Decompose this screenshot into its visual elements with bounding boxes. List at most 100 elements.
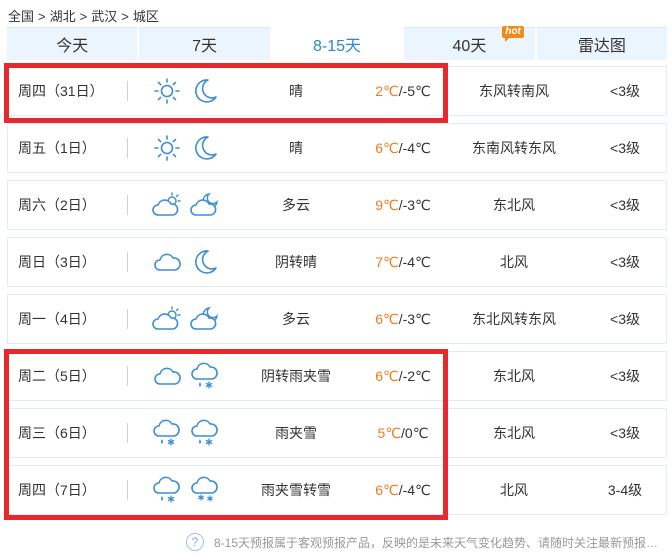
temperature: 6℃/-4℃	[368, 466, 438, 514]
hot-badge: hot	[502, 26, 524, 42]
sunny-icon	[154, 135, 180, 161]
temperature-low: /-4℃	[398, 481, 431, 498]
breadcrumb-separator: >	[121, 9, 129, 24]
temperature: 6℃/-4℃	[368, 124, 438, 172]
wind-direction: 东北风转东风	[472, 311, 556, 327]
breadcrumb-item[interactable]: 全国	[8, 9, 34, 24]
breadcrumb-item: 城区	[132, 9, 159, 24]
wind-direction: 东北风	[493, 197, 535, 213]
wind-level: <3级	[610, 197, 640, 213]
tab-radar[interactable]: 雷达图	[536, 27, 668, 60]
tab-label: 雷达图	[577, 38, 626, 55]
snow-icon	[191, 476, 218, 502]
weather-icons	[152, 67, 232, 115]
temperature: 6℃/-3℃	[368, 295, 438, 343]
temperature-high: 6℃	[375, 367, 399, 384]
sleet-icon	[191, 362, 218, 389]
partly-cloudy-night-icon	[190, 192, 219, 216]
temperature: 9℃/-3℃	[368, 181, 438, 229]
footer-text: 8-15天预报属于客观预报产品，反映的是未来天气变化趋势、请随时关注最新预报…	[214, 535, 659, 550]
forecast-row: 周四（7日） 雨夹雪转雪 6℃/-4℃ 北风 3-4级	[7, 465, 667, 515]
forecast-day: 周四（31日）	[18, 83, 104, 99]
temperature-high: 6℃	[375, 139, 399, 156]
temperature: 2℃/-5℃	[368, 67, 438, 115]
temperature-high: 6℃	[375, 481, 399, 498]
moon-icon	[195, 250, 217, 274]
temperature-high: 5℃	[377, 424, 402, 441]
temperature-high: 6℃	[375, 310, 399, 327]
forecast-row: 周四（31日） 晴 2℃/-5℃ 东风转南风 <3级	[7, 66, 667, 116]
weather-description: 晴	[289, 83, 303, 99]
forecast-tabs: 今天 7天 8-15天 40天 hot 雷达图	[7, 26, 668, 60]
wind-level: <3级	[610, 254, 640, 270]
weather-icons	[152, 181, 232, 229]
sleet-icon	[191, 419, 218, 446]
weather-description: 晴	[289, 140, 303, 156]
forecast-row: 周六（2日） 多云 9℃/-3℃ 东北风 <3级	[7, 180, 667, 230]
breadcrumb: 全国 > 湖北 > 武汉 > 城区	[8, 6, 159, 25]
column-divider	[127, 195, 128, 215]
partly-cloudy-night-icon	[190, 306, 219, 330]
moon-icon	[195, 136, 217, 160]
tab-today[interactable]: 今天	[7, 27, 138, 60]
forecast-day: 周四（7日）	[18, 482, 96, 498]
cloudy-icon	[154, 367, 181, 385]
wind-direction: 东南风转东风	[472, 140, 556, 156]
forecast-list: 周四（31日） 晴 2℃/-5℃ 东风转南风 <3级 周五（1日） 晴 6℃/-…	[7, 66, 667, 522]
forecast-day: 周五（1日）	[18, 140, 96, 156]
help-icon[interactable]: ?	[186, 533, 204, 551]
temperature-low: /-3℃	[398, 196, 431, 213]
tab-8-15-days[interactable]: 8-15天	[271, 27, 403, 60]
tab-label: 40天	[452, 38, 487, 55]
wind-level: 3-4级	[607, 482, 643, 498]
temperature-low: /-4℃	[398, 253, 431, 270]
moon-icon	[195, 79, 217, 103]
temperature-low: /-3℃	[398, 310, 431, 327]
forecast-row: 周一（4日） 多云 6℃/-3℃ 东北风转东风 <3级	[7, 294, 667, 344]
breadcrumb-item[interactable]: 武汉	[91, 9, 117, 24]
forecast-row: 周日（3日） 阴转晴 7℃/-4℃ 北风 <3级	[7, 237, 667, 287]
temperature-high: 7℃	[375, 253, 399, 270]
tab-40-days[interactable]: 40天 hot	[404, 26, 535, 60]
column-divider	[127, 366, 128, 386]
tab-label: 今天	[56, 38, 89, 55]
weather-icons	[152, 124, 232, 172]
weather-icons	[152, 409, 232, 457]
temperature: 7℃/-4℃	[368, 238, 438, 286]
wind-direction: 北风	[500, 254, 528, 270]
temperature: 6℃/-2℃	[368, 352, 438, 400]
partly-cloudy-day-icon	[152, 306, 181, 330]
wind-direction: 东北风	[493, 425, 535, 441]
temperature-low: /-4℃	[398, 139, 431, 156]
breadcrumb-separator: >	[38, 9, 46, 24]
weather-description: 多云	[282, 197, 310, 213]
tab-label: 7天	[192, 38, 218, 55]
wind-direction: 东北风	[493, 368, 535, 384]
sleet-icon	[153, 419, 180, 446]
temperature-low: /-5℃	[398, 82, 431, 99]
tab-7-days[interactable]: 7天	[139, 27, 270, 60]
weather-description: 雨夹雪转雪	[261, 482, 331, 498]
weather-description: 多云	[282, 311, 310, 327]
column-divider	[127, 138, 128, 158]
temperature-low: /-2℃	[398, 367, 431, 384]
forecast-day: 周二（5日）	[18, 368, 96, 384]
weather-icons	[152, 238, 232, 286]
column-divider	[127, 252, 128, 272]
weather-icons	[152, 352, 232, 400]
forecast-note: ? 8-15天预报属于客观预报产品，反映的是未来天气变化趋势、请随时关注最新预报…	[186, 533, 658, 551]
forecast-day: 周六（2日）	[18, 197, 96, 213]
wind-direction: 东风转南风	[479, 83, 549, 99]
sleet-icon	[153, 476, 180, 503]
column-divider	[127, 423, 128, 443]
wind-level: <3级	[610, 311, 640, 327]
column-divider	[127, 480, 128, 500]
forecast-day: 周三（6日）	[18, 425, 96, 441]
temperature-high: 9℃	[375, 196, 399, 213]
breadcrumb-item[interactable]: 湖北	[50, 9, 76, 24]
temperature: 5℃/0℃	[368, 409, 438, 457]
wind-level: <3级	[610, 368, 640, 384]
partly-cloudy-day-icon	[152, 192, 181, 216]
column-divider	[127, 81, 128, 101]
weather-icons	[152, 466, 232, 514]
